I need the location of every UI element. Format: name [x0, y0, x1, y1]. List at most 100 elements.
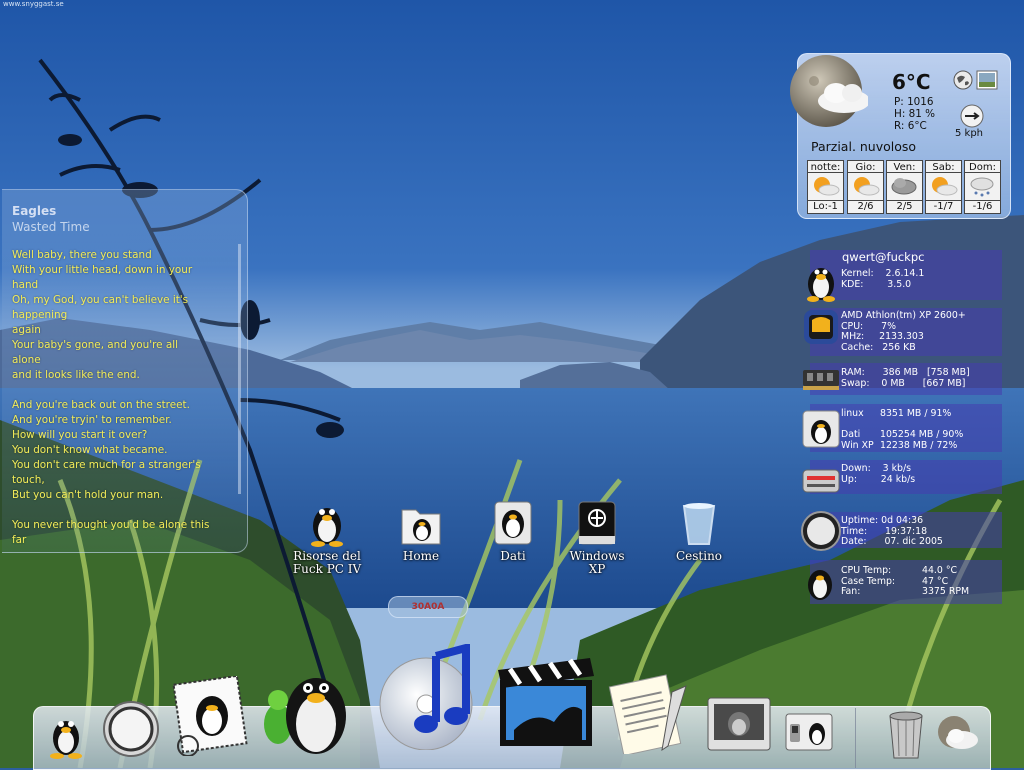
desktop-icon-home[interactable]: Home	[381, 500, 461, 563]
home-folder-icon	[401, 509, 441, 545]
drive-windows-icon	[578, 501, 616, 545]
disk-names: linux Dati Win XP	[841, 408, 874, 451]
trash-can-icon	[682, 503, 716, 545]
sun-cloud-icon	[932, 177, 958, 196]
hard-disk-tux-icon	[802, 410, 840, 448]
desktop-icon-my-computer[interactable]: Risorse del Fuck PC IV	[287, 500, 367, 576]
weather-forecast: notte: Lo:-1 Gio: 2/6 Ven: 2/5 Sab: -1/7…	[807, 160, 1009, 216]
forecast-day[interactable]: Sab: -1/7	[925, 160, 962, 216]
lyrics-line: And you're tryin' to remember.	[12, 414, 172, 426]
weather-pressure: P: 1016	[894, 96, 934, 108]
msn-messenger-icon[interactable]	[256, 662, 360, 758]
forecast-range: 2/6	[847, 201, 884, 214]
dock-separator	[855, 708, 856, 768]
weather-feels-like: R: 6°C	[894, 120, 927, 132]
lyrics-line: And you're back out on the street.	[12, 399, 190, 411]
lyrics-song-title: Wasted Time	[12, 220, 90, 234]
forecast-range: -1/7	[925, 201, 962, 214]
trash-icon[interactable]	[884, 710, 928, 760]
weather-condition: Parzial. nuvoloso	[811, 139, 917, 154]
snow-cloud-icon	[970, 177, 994, 197]
lyrics-widget: Eagles Wasted Time Well baby, there you …	[2, 189, 248, 553]
safari-compass-icon[interactable]	[102, 700, 160, 758]
system-time-info: Uptime: 0d 04:36 Time: 19:37:18 Date: 07…	[841, 515, 943, 548]
wind-direction-icon	[960, 104, 984, 128]
lyrics-scrollbar[interactable]	[238, 244, 241, 494]
lyrics-line: Oh, my God, you can't believe it's	[12, 294, 189, 306]
lyrics-line	[12, 503, 234, 518]
lyrics-line: and it looks like the end.	[12, 369, 140, 381]
map-photo-icon[interactable]	[976, 70, 998, 90]
lyrics-line: You don't know what became.	[12, 444, 168, 456]
forecast-day-name: Sab:	[925, 160, 962, 173]
lyrics-line: again	[12, 324, 41, 336]
lyrics-line	[12, 383, 234, 398]
forecast-day-name: notte:	[807, 160, 844, 173]
tux-icon[interactable]	[44, 710, 88, 760]
weather-humidity: H: 81 %	[894, 108, 936, 120]
desktop-icon-label: Cestino	[675, 549, 723, 563]
sensor-names: CPU Temp: Case Temp: Fan:	[841, 565, 896, 598]
cpu-chip-icon	[804, 310, 838, 344]
desktop-icon-label: Dati	[500, 549, 526, 563]
penguin-computer-icon	[311, 508, 343, 547]
weather-widget[interactable]: 6°C P: 1016 H: 81 % R: 6°C 5 kph Parzial…	[790, 53, 1011, 219]
forecast-day[interactable]: Gio: 2/6	[847, 160, 884, 216]
drive-dati-icon	[494, 501, 532, 545]
lyrics-line: alone	[12, 354, 41, 366]
lyrics-line: Your baby's gone, and you're all	[12, 339, 178, 351]
forecast-day[interactable]: notte: Lo:-1	[807, 160, 844, 216]
terminal-monitor-icon[interactable]	[706, 696, 772, 752]
lyrics-line: touch,	[12, 474, 45, 486]
lyrics-line: But you can't hold your man.	[12, 489, 164, 501]
text-editor-icon[interactable]	[606, 672, 692, 754]
system-cpu-info: AMD Athlon(tm) XP 2600+ CPU: 7% MHz: 213…	[841, 310, 966, 353]
lyrics-line: Well baby, there you stand	[12, 249, 152, 261]
sensor-values: 44.0 °C 47 °C 3375 RPM	[922, 565, 970, 598]
system-username: qwert@fuckpc	[842, 250, 925, 264]
desktop-icon-dati[interactable]: Dati	[473, 500, 553, 563]
weather-temperature: 6°C	[892, 70, 931, 94]
lyrics-line: With your little head, down in your	[12, 264, 193, 276]
desktop-icon-windows-xp[interactable]: Windows XP	[557, 500, 637, 576]
lyrics-line: You don't care much for a stranger's	[12, 459, 201, 471]
lyrics-line: You never thought you'd be alone this	[12, 519, 210, 531]
lyrics-line: happening	[12, 309, 68, 321]
stamp-mail-icon[interactable]	[170, 676, 248, 756]
forecast-range: Lo:-1	[807, 201, 844, 214]
compass-clock-icon	[801, 511, 841, 551]
system-monitor-widget: qwert@fuckpc Kernel: 2.6.14.1 KDE: 3.5.0…	[800, 248, 1006, 608]
system-switch-icon[interactable]	[784, 712, 834, 752]
lyrics-line: How will you start it over?	[12, 429, 148, 441]
forecast-day-name: Gio:	[847, 160, 884, 173]
weather-wind-speed: 5 kph	[955, 128, 984, 139]
system-os-info: Kernel: 2.6.14.1 KDE: 3.5.0	[841, 268, 925, 290]
system-network-info: Down: 3 kb/s Up: 24 kb/s	[841, 463, 916, 485]
desktop-icon-label: Home	[402, 549, 440, 563]
forecast-day[interactable]: Ven: 2/5	[886, 160, 923, 216]
globe-icon[interactable]	[953, 70, 973, 90]
system-memory-info: RAM: 386 MB [758 MB] Swap: 0 MB [667 MB]	[841, 367, 970, 389]
desktop-icon-label: Windows XP	[569, 549, 625, 576]
tux-thermometer-icon	[808, 570, 832, 600]
disk-usage: 8351 MB / 91% 105254 MB / 90% 12238 MB /…	[880, 408, 964, 451]
lyrics-line: hand	[12, 279, 39, 291]
weather-cloud-icon[interactable]	[934, 714, 980, 754]
tux-icon	[807, 268, 835, 302]
forecast-day-name: Dom:	[964, 160, 1001, 173]
lyrics-line: far	[12, 534, 27, 546]
forecast-day-name: Ven:	[886, 160, 923, 173]
forecast-range: 2/5	[886, 201, 923, 214]
floating-tag[interactable]: 30A0A	[388, 596, 468, 618]
forecast-range: -1/6	[964, 201, 1001, 214]
forecast-day[interactable]: Dom: -1/6	[964, 160, 1001, 216]
sun-cloud-icon	[854, 177, 880, 196]
desktop-icon-label: Risorse del Fuck PC IV	[292, 549, 362, 576]
ram-module-icon	[803, 370, 839, 390]
weather-stats: P: 1016 H: 81 % R: 6°C	[894, 96, 935, 132]
lyrics-text: Well baby, there you stand With your lit…	[12, 248, 234, 548]
itunes-cd-icon[interactable]	[368, 644, 484, 750]
moon-cloud-icon	[790, 55, 868, 127]
desktop-icon-trash[interactable]: Cestino	[659, 500, 739, 563]
film-clapper-icon[interactable]	[494, 650, 598, 750]
